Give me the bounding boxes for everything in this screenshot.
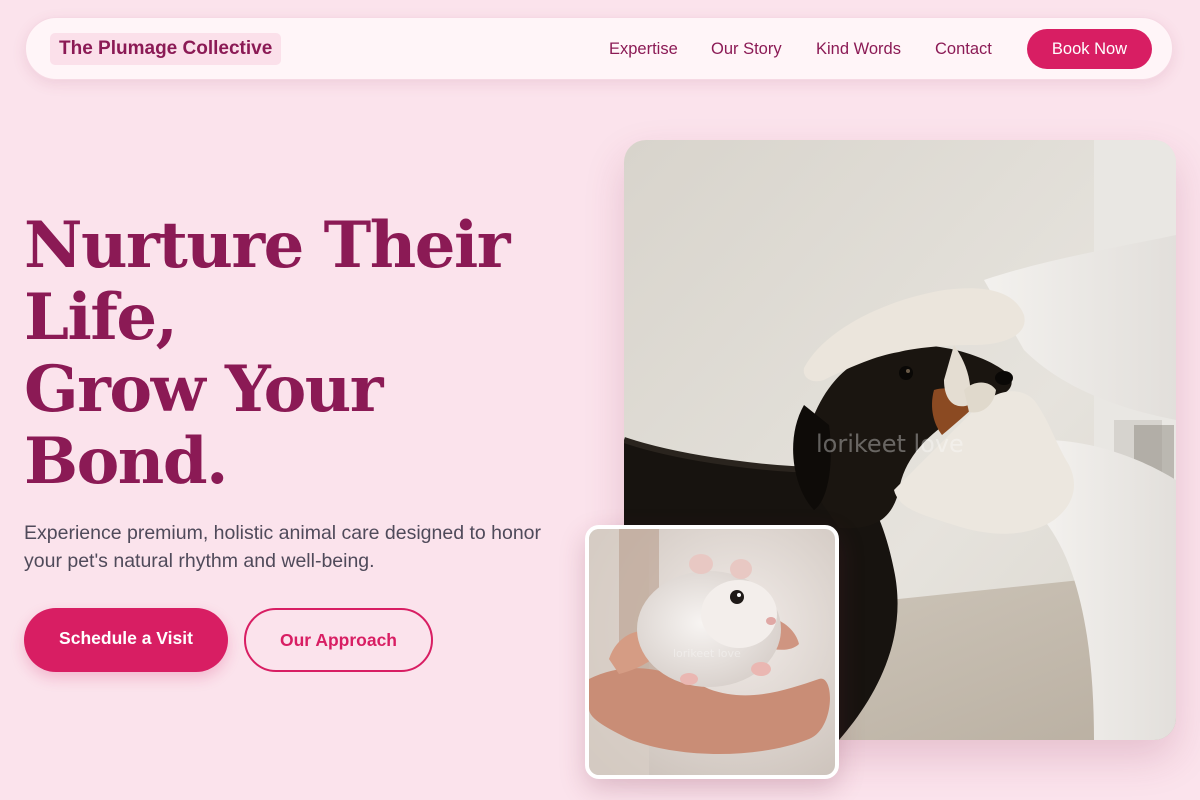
hero-subtitle: Experience premium, holistic animal care… [24,522,542,572]
main-photo-watermark: lorikeet love [816,430,964,458]
hero-title-line: Bond. [24,424,228,499]
nav-link-expertise[interactable]: Expertise [609,40,678,59]
top-nav: The Plumage Collective Expertise Our Sto… [25,17,1173,80]
nav-link-contact[interactable]: Contact [935,40,992,59]
hero-title-line: Life, [24,280,178,355]
schedule-visit-button[interactable]: Schedule a Visit [24,608,228,672]
hero-title-line: Nurture Their [24,208,510,283]
book-now-button[interactable]: Book Now [1027,29,1152,69]
hero-title: Nurture Their Life, Grow Your Bond. [24,210,584,498]
hamster-photo: lorikeet love [585,525,839,779]
nav-link-kind-words[interactable]: Kind Words [816,40,901,59]
nav-link-our-story[interactable]: Our Story [711,40,782,59]
brand-logo[interactable]: The Plumage Collective [50,33,282,65]
hero-title-line: Grow Your [24,352,384,427]
our-approach-button[interactable]: Our Approach [244,608,433,672]
inset-photo-watermark: lorikeet love [673,647,741,660]
